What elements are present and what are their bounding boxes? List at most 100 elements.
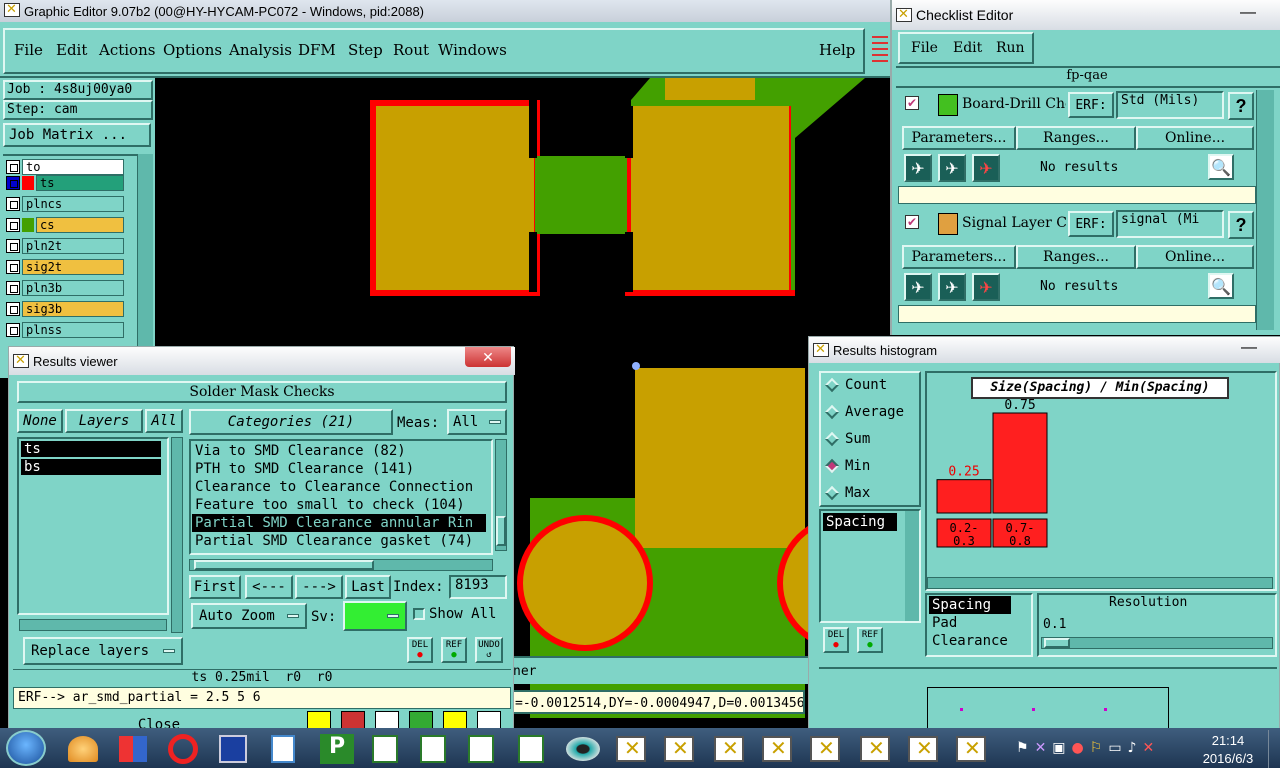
minimize-button[interactable]: —	[1234, 4, 1262, 22]
categories-vscrollbar[interactable]	[495, 439, 507, 551]
prev-button[interactable]: <---	[245, 575, 293, 599]
stop-run-icon[interactable]: ✈	[972, 273, 1000, 301]
layer-list-vscrollbar[interactable]	[171, 437, 183, 633]
layer-row-sig2t[interactable]: sig2t	[6, 259, 124, 275]
auto-zoom-dropdown[interactable]: Auto Zoom	[191, 603, 307, 629]
category-item[interactable]: Via to SMD Clearance (82)	[192, 442, 486, 460]
layer-row-sig3b[interactable]: sig3b	[6, 301, 124, 317]
ranges-button[interactable]: Ranges...	[1016, 245, 1136, 269]
magnifier-icon[interactable]: 🔍	[1208, 273, 1234, 299]
mode-min[interactable]: Min	[824, 458, 870, 474]
first-button[interactable]: First	[189, 575, 241, 599]
item-checkbox[interactable]: ✔	[905, 215, 919, 229]
tray-network-icon[interactable]: ⚑	[1016, 740, 1029, 756]
field-list-item-spacing[interactable]: Spacing	[823, 513, 897, 531]
histogram-bar[interactable]	[992, 412, 1048, 514]
layer-row-plncs[interactable]: plncs	[6, 196, 124, 212]
histogram-minimize-button[interactable]: —	[1235, 339, 1263, 357]
checklist-menu-run[interactable]: Run	[996, 40, 1025, 56]
run-selected-icon[interactable]: ✈	[938, 154, 966, 182]
layer-row-pln2t[interactable]: pln2t	[6, 238, 124, 254]
taskbar-time[interactable]: 21:14	[1196, 733, 1260, 748]
menu-edit[interactable]: Edit	[56, 41, 99, 59]
run-selected-icon[interactable]: ✈	[938, 273, 966, 301]
layer-row-to[interactable]: to	[6, 159, 124, 175]
taskbar-eye-icon[interactable]	[560, 732, 606, 766]
layer-row-plnss[interactable]: plnss	[6, 322, 124, 338]
taskbar-graphic-editor-icon[interactable]	[608, 732, 654, 766]
tray-display-icon[interactable]: ▭	[1108, 740, 1121, 756]
category-item[interactable]: Feature too small to check (104)	[192, 496, 486, 514]
categories-hscroll-thumb[interactable]	[194, 560, 374, 570]
taskbar-graphic-editor-icon[interactable]	[754, 732, 800, 766]
field-list-scrollbar[interactable]	[905, 511, 919, 621]
layer-list-hscrollbar[interactable]	[19, 619, 167, 631]
job-matrix-button[interactable]: Job Matrix ...	[3, 123, 151, 147]
index-input[interactable]: 8193	[449, 575, 507, 599]
taskbar-date[interactable]: 2016/6/3	[1192, 751, 1264, 766]
menu-rout[interactable]: Rout	[393, 41, 438, 59]
run-icon[interactable]: ✈	[904, 154, 932, 182]
online-button[interactable]: Online...	[1136, 245, 1254, 269]
mode-count[interactable]: Count	[824, 377, 887, 393]
sv-color-dropdown[interactable]	[343, 601, 407, 631]
category-item-selected[interactable]: Partial SMD Clearance annular Rin	[192, 514, 486, 532]
parameters-button[interactable]: Parameters...	[902, 126, 1016, 150]
bottom-list-item-pad[interactable]: Pad	[929, 614, 1011, 632]
checklist-item-signal-layer[interactable]: ✔ Signal Layer Ch ERF: signal (Mi ? Para…	[898, 209, 1256, 325]
taskbar-p-icon[interactable]: P	[314, 732, 360, 766]
categories-scroll-thumb[interactable]	[496, 516, 506, 546]
show-all-checkbox[interactable]	[413, 608, 425, 620]
taskbar-graphic-editor-icon[interactable]	[852, 732, 898, 766]
resolution-slider-thumb[interactable]	[1044, 638, 1070, 648]
bottom-list-item-clearance[interactable]: Clearance	[929, 632, 1027, 650]
layer-select-item-bs[interactable]: bs	[21, 459, 161, 475]
checklist-scrollbar[interactable]	[1256, 90, 1274, 330]
meas-dropdown[interactable]: All	[447, 409, 507, 435]
menu-help[interactable]: Help	[819, 41, 855, 59]
taskbar-app-icon[interactable]	[160, 732, 206, 766]
histogram-ref-button[interactable]: REF ●	[857, 627, 883, 653]
taskbar-notepad-icon[interactable]	[260, 732, 306, 766]
magnifier-icon[interactable]: 🔍	[1208, 154, 1234, 180]
checklist-item-board-drill[interactable]: ✔ Board-Drill Che ERF: Std (Mils) ? Para…	[898, 90, 1256, 206]
checklist-menu-file[interactable]: File	[911, 40, 938, 56]
category-item[interactable]: PTH to SMD Clearance (141)	[192, 460, 486, 478]
tray-volume-icon[interactable]: ♪	[1128, 740, 1137, 756]
menu-options[interactable]: Options	[163, 41, 229, 59]
undo-button[interactable]: UNDO ↺	[475, 637, 503, 663]
erf-button[interactable]: ERF:	[1068, 92, 1114, 118]
parameters-button[interactable]: Parameters...	[902, 245, 1016, 269]
help-button[interactable]: ?	[1228, 92, 1254, 120]
resolution-slider[interactable]	[1041, 637, 1273, 649]
layer-row-ts[interactable]: ts	[6, 175, 124, 191]
erf-value-field[interactable]: signal (Mi	[1116, 210, 1224, 238]
results-viewer-close-button[interactable]: ✕	[465, 347, 511, 367]
replace-layers-dropdown[interactable]: Replace layers	[23, 637, 183, 665]
last-button[interactable]: Last	[345, 575, 391, 599]
layer-row-pln3b[interactable]: pln3b	[6, 280, 124, 296]
taskbar-excel-icon[interactable]	[410, 732, 456, 766]
histogram-bar[interactable]	[936, 479, 992, 514]
erf-value-field[interactable]: Std (Mils)	[1116, 91, 1224, 119]
histogram-del-button[interactable]: DEL ●	[823, 627, 849, 653]
mode-max[interactable]: Max	[824, 485, 870, 501]
ranges-button[interactable]: Ranges...	[1016, 126, 1136, 150]
bottom-list-item-spacing[interactable]: Spacing	[929, 596, 1011, 614]
taskbar-graphic-editor-icon[interactable]	[948, 732, 994, 766]
tray-x-icon[interactable]: ✕	[1035, 740, 1047, 756]
taskbar-excel-icon[interactable]	[362, 732, 408, 766]
tray-flag-icon[interactable]: ⚐	[1090, 740, 1103, 756]
checklist-menu-edit[interactable]: Edit	[953, 40, 982, 56]
next-button[interactable]: --->	[295, 575, 343, 599]
taskbar-graphic-editor-icon[interactable]	[706, 732, 752, 766]
taskbar-excel-icon[interactable]	[508, 732, 554, 766]
menu-file[interactable]: File	[14, 41, 56, 59]
taskbar-graphic-editor-icon[interactable]	[900, 732, 946, 766]
ref-button[interactable]: REF ●	[441, 637, 467, 663]
taskbar-excel-icon[interactable]	[458, 732, 504, 766]
stop-run-icon[interactable]: ✈	[972, 154, 1000, 182]
taskbar-save-icon[interactable]	[210, 732, 256, 766]
del-button[interactable]: DEL ●	[407, 637, 433, 663]
mode-sum[interactable]: Sum	[824, 431, 870, 447]
